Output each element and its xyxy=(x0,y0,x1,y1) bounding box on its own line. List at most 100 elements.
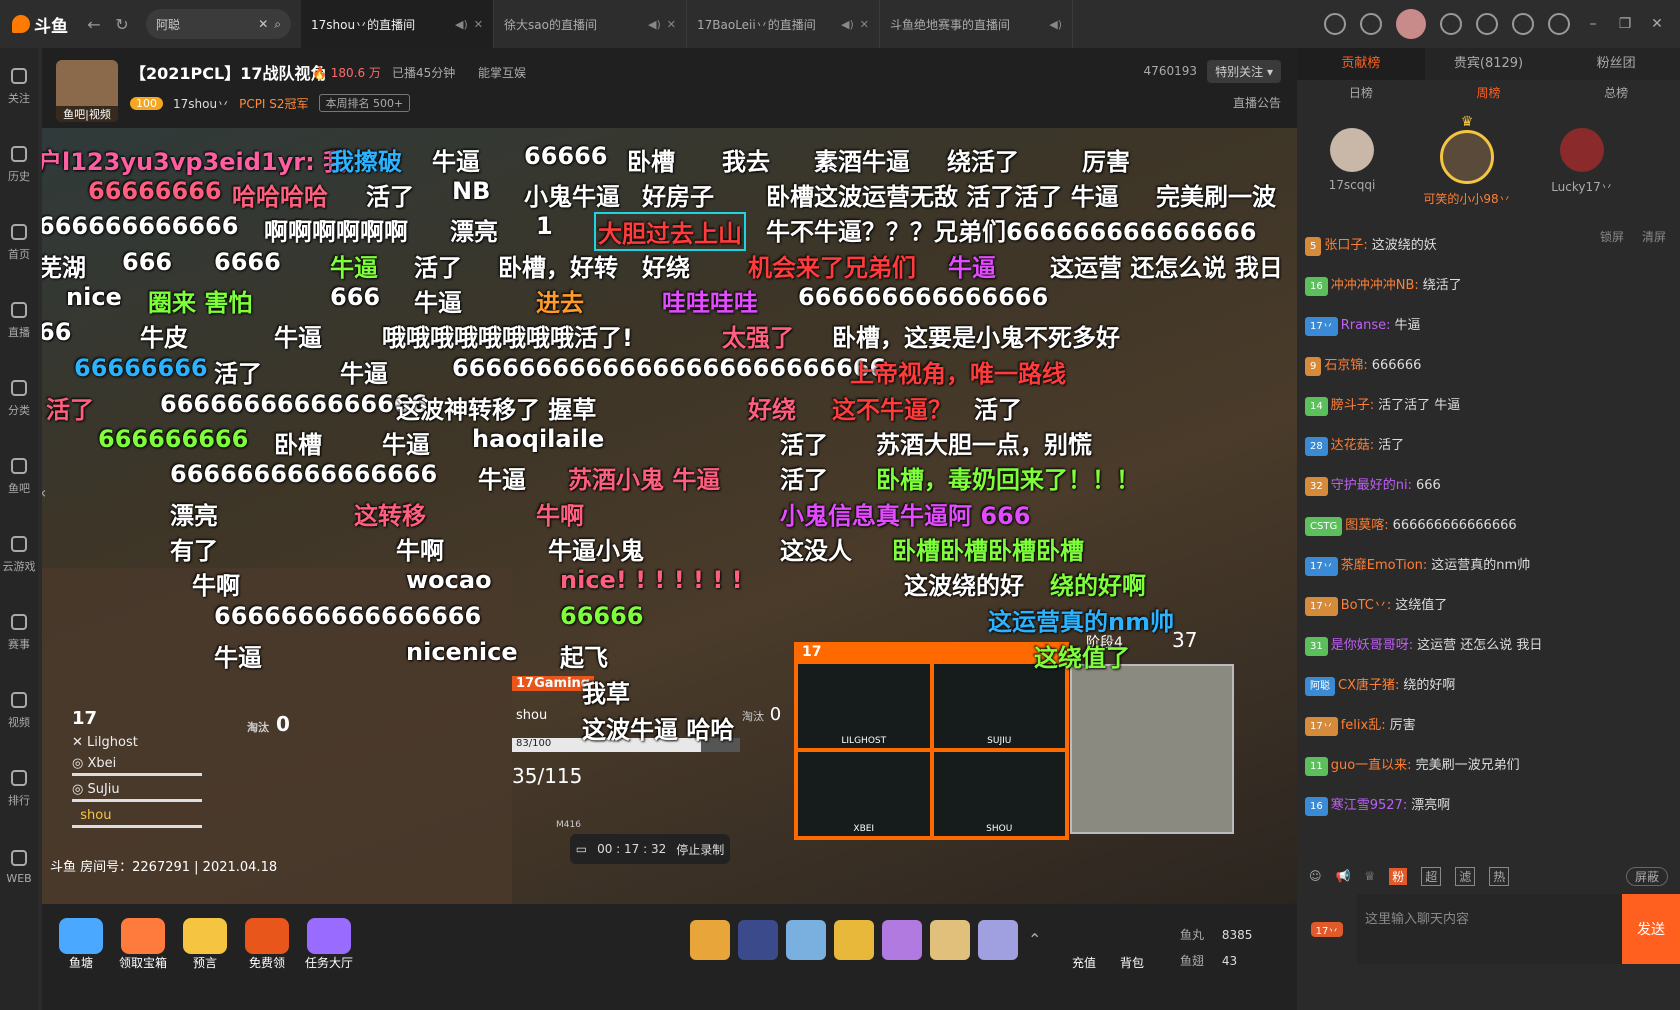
emoji-icon[interactable]: ☺ xyxy=(1309,869,1322,883)
video-player[interactable]: 17 ✕ Lilghost ◎ Xbei ◎ SuJiu shou 淘汰 0 1… xyxy=(42,128,1297,904)
search-input[interactable]: 阿聪 ✕ ⌕ xyxy=(146,9,291,39)
recording-indicator[interactable]: ▭ 00 : 17 : 32 停止录制 xyxy=(570,834,730,864)
hot-button[interactable]: 热 xyxy=(1489,866,1510,886)
rank-first[interactable]: ♛ 可笑的小小98丷 xyxy=(1417,114,1517,207)
sidebar-item-ranking[interactable]: 排行 xyxy=(0,750,38,828)
tab-vip[interactable]: 贵宾(8129) xyxy=(1425,48,1553,80)
douyu-logo[interactable]: 斗鱼 xyxy=(0,0,80,48)
chat-username[interactable]: 张口子: xyxy=(1324,238,1367,253)
chat-message[interactable]: CSTG 图莫喀: 666666666666666 xyxy=(1303,506,1673,546)
minimize-button[interactable]: – xyxy=(1584,16,1602,32)
user-avatar[interactable] xyxy=(1396,9,1426,39)
chat-username[interactable]: 是你妖哥哥呀: xyxy=(1331,638,1413,653)
chat-username[interactable]: 石京锦: xyxy=(1324,358,1367,373)
charge-button[interactable]: 充值 xyxy=(1072,954,1096,971)
chat-username[interactable]: 守护最好的ni: xyxy=(1331,478,1412,493)
tab-contribution[interactable]: 贡献榜 xyxy=(1297,48,1425,80)
chat-username[interactable]: guo一直以来: xyxy=(1331,758,1412,773)
fish-pond-button[interactable]: 鱼塘 xyxy=(52,918,110,971)
sidebar-item-web[interactable]: WEB xyxy=(0,828,38,906)
restore-button[interactable]: ❐ xyxy=(1616,16,1634,32)
sidebar-item-cloudgame[interactable]: 云游戏 xyxy=(0,516,38,594)
task-hall-button[interactable]: 任务大厅 xyxy=(300,918,358,971)
chat-username[interactable]: CX唐子猪: xyxy=(1338,678,1399,693)
prediction-button[interactable]: 预言 xyxy=(176,918,234,971)
crown-icon[interactable]: ♕ xyxy=(1364,869,1375,883)
streamer-name[interactable]: 17shou丷 xyxy=(173,95,229,112)
chat-message[interactable]: 16 寒江雪9527: 漂亮啊 xyxy=(1303,786,1673,826)
chat-message[interactable]: 9 石京锦: 666666 xyxy=(1303,346,1673,386)
chat-message[interactable]: 17丷 BoTC丷: 这绕值了 xyxy=(1303,586,1673,626)
close-icon[interactable]: ✕ xyxy=(474,18,483,31)
tab-fans[interactable]: 粉丝团 xyxy=(1552,48,1680,80)
chat-message[interactable]: 31 是你妖哥哥呀: 这运营 还怎么说 我日 xyxy=(1303,626,1673,666)
close-window-button[interactable]: ✕ xyxy=(1648,16,1666,32)
tab-daily[interactable]: 日榜 xyxy=(1297,80,1425,106)
horn-icon[interactable]: 📢 xyxy=(1336,869,1351,883)
mute-icon[interactable]: ◀) xyxy=(648,18,661,31)
tab-weekly[interactable]: 周榜 xyxy=(1425,80,1553,106)
chat-username[interactable]: 寒江雪9527: xyxy=(1331,798,1407,813)
shirt-icon[interactable] xyxy=(1476,13,1498,35)
clear-icon[interactable]: ✕ xyxy=(258,17,268,31)
chat-message[interactable]: 17丷 felix乱: 厉害 xyxy=(1303,706,1673,746)
chat-message[interactable]: 11 guo一直以来: 完美刷一波兄弟们 xyxy=(1303,746,1673,786)
sidebar-item-history[interactable]: 历史 xyxy=(0,126,38,204)
sidebar-item-home[interactable]: 首页 xyxy=(0,204,38,282)
heart-icon[interactable] xyxy=(1360,13,1382,35)
chat-message[interactable]: 32 守护最好的ni: 666 xyxy=(1303,466,1673,506)
chat-input[interactable]: 这里输入聊天内容 xyxy=(1357,894,1622,964)
tab-total[interactable]: 总榜 xyxy=(1552,80,1680,106)
chat-message[interactable]: 5 张口子: 这波绕的妖 xyxy=(1303,226,1673,266)
tab-room-3[interactable]: 17BaoLeii丷的直播间 ◀) ✕ xyxy=(687,0,880,48)
honor-badge[interactable]: PCPI S2冠军 xyxy=(239,95,308,112)
follow-button[interactable]: 特别关注 ▾ xyxy=(1207,60,1281,83)
gift-card-icon[interactable] xyxy=(834,920,874,960)
mute-icon[interactable]: ◀) xyxy=(455,18,468,31)
announcement-link[interactable]: 直播公告 xyxy=(1233,94,1281,111)
refresh-icon[interactable]: ↻ xyxy=(108,15,136,34)
tab-room-2[interactable]: 徐大sao的直播间 ◀) ✕ xyxy=(494,0,687,48)
chat-message[interactable]: 17丷 茶靡EmoTion: 这运营真的nm帅 xyxy=(1303,546,1673,586)
mute-icon[interactable]: ◀) xyxy=(841,18,854,31)
gift-character-icon[interactable] xyxy=(882,920,922,960)
chat-username[interactable]: 茶靡EmoTion: xyxy=(1341,558,1428,573)
filter-button[interactable]: 滤 xyxy=(1455,866,1476,886)
sidebar-item-video[interactable]: 视频 xyxy=(0,672,38,750)
chat-list[interactable]: 5 张口子: 这波绕的妖 16 冲冲冲冲冲NB: 绕活了 17丷 Rranse: 牛逼 9 石京锦:… xyxy=(1303,226,1673,826)
stop-recording-button[interactable]: 停止录制 xyxy=(676,841,724,858)
bag-button[interactable]: 背包 xyxy=(1120,954,1144,971)
sidebar-item-live[interactable]: 直播 xyxy=(0,282,38,360)
treasure-box-button[interactable]: 领取宝箱 xyxy=(114,918,172,971)
search-icon[interactable]: ⌕ xyxy=(274,17,281,32)
tab-room-4[interactable]: 斗鱼绝地赛事的直播间 ◀) xyxy=(880,0,1073,48)
close-icon[interactable]: ✕ xyxy=(860,18,869,31)
chat-message[interactable]: 16 冲冲冲冲冲NB: 绕活了 xyxy=(1303,266,1673,306)
chat-username[interactable]: 达花菇: xyxy=(1331,438,1374,453)
gift-character2-icon[interactable] xyxy=(930,920,970,960)
chat-username[interactable]: 冲冲冲冲冲NB: xyxy=(1331,278,1419,293)
back-icon[interactable]: ← xyxy=(80,15,108,34)
history-icon[interactable] xyxy=(1324,13,1346,35)
rank-badge[interactable]: 本周排名 500+ xyxy=(318,94,411,112)
chat-username[interactable]: Rranse: xyxy=(1341,318,1391,333)
chat-username[interactable]: 图莫喀: xyxy=(1345,518,1388,533)
shield-toggle[interactable]: 屏蔽 xyxy=(1625,866,1668,886)
tab-room-1[interactable]: 17shou丷的直播间 ◀) ✕ xyxy=(301,0,494,48)
chat-message[interactable]: 17丷 Rranse: 牛逼 xyxy=(1303,306,1673,346)
rank-third[interactable]: Lucky17丷 xyxy=(1532,128,1632,195)
mute-icon[interactable]: ◀) xyxy=(1049,18,1062,31)
fan-level[interactable]: 17丷 xyxy=(1297,894,1357,964)
chat-message[interactable]: 阿聪 CX唐子猪: 绕的好啊 xyxy=(1303,666,1673,706)
rank-second[interactable]: 17scqqi xyxy=(1302,128,1402,192)
settings-icon[interactable] xyxy=(1548,13,1570,35)
super-button[interactable]: 超 xyxy=(1421,866,1442,886)
chat-message[interactable]: 28 达花菇: 活了 xyxy=(1303,426,1673,466)
room-avatar[interactable]: 鱼吧|视频 xyxy=(56,60,118,122)
expand-gifts-icon[interactable]: ⌃ xyxy=(1028,930,1041,949)
gift-jet-icon[interactable] xyxy=(786,920,826,960)
sidebar-item-events[interactable]: 赛事 xyxy=(0,594,38,672)
sidebar-item-follow[interactable]: 关注 xyxy=(0,48,38,126)
chat-username[interactable]: BoTC丷: xyxy=(1341,598,1392,613)
sidebar-item-category[interactable]: 分类 xyxy=(0,360,38,438)
